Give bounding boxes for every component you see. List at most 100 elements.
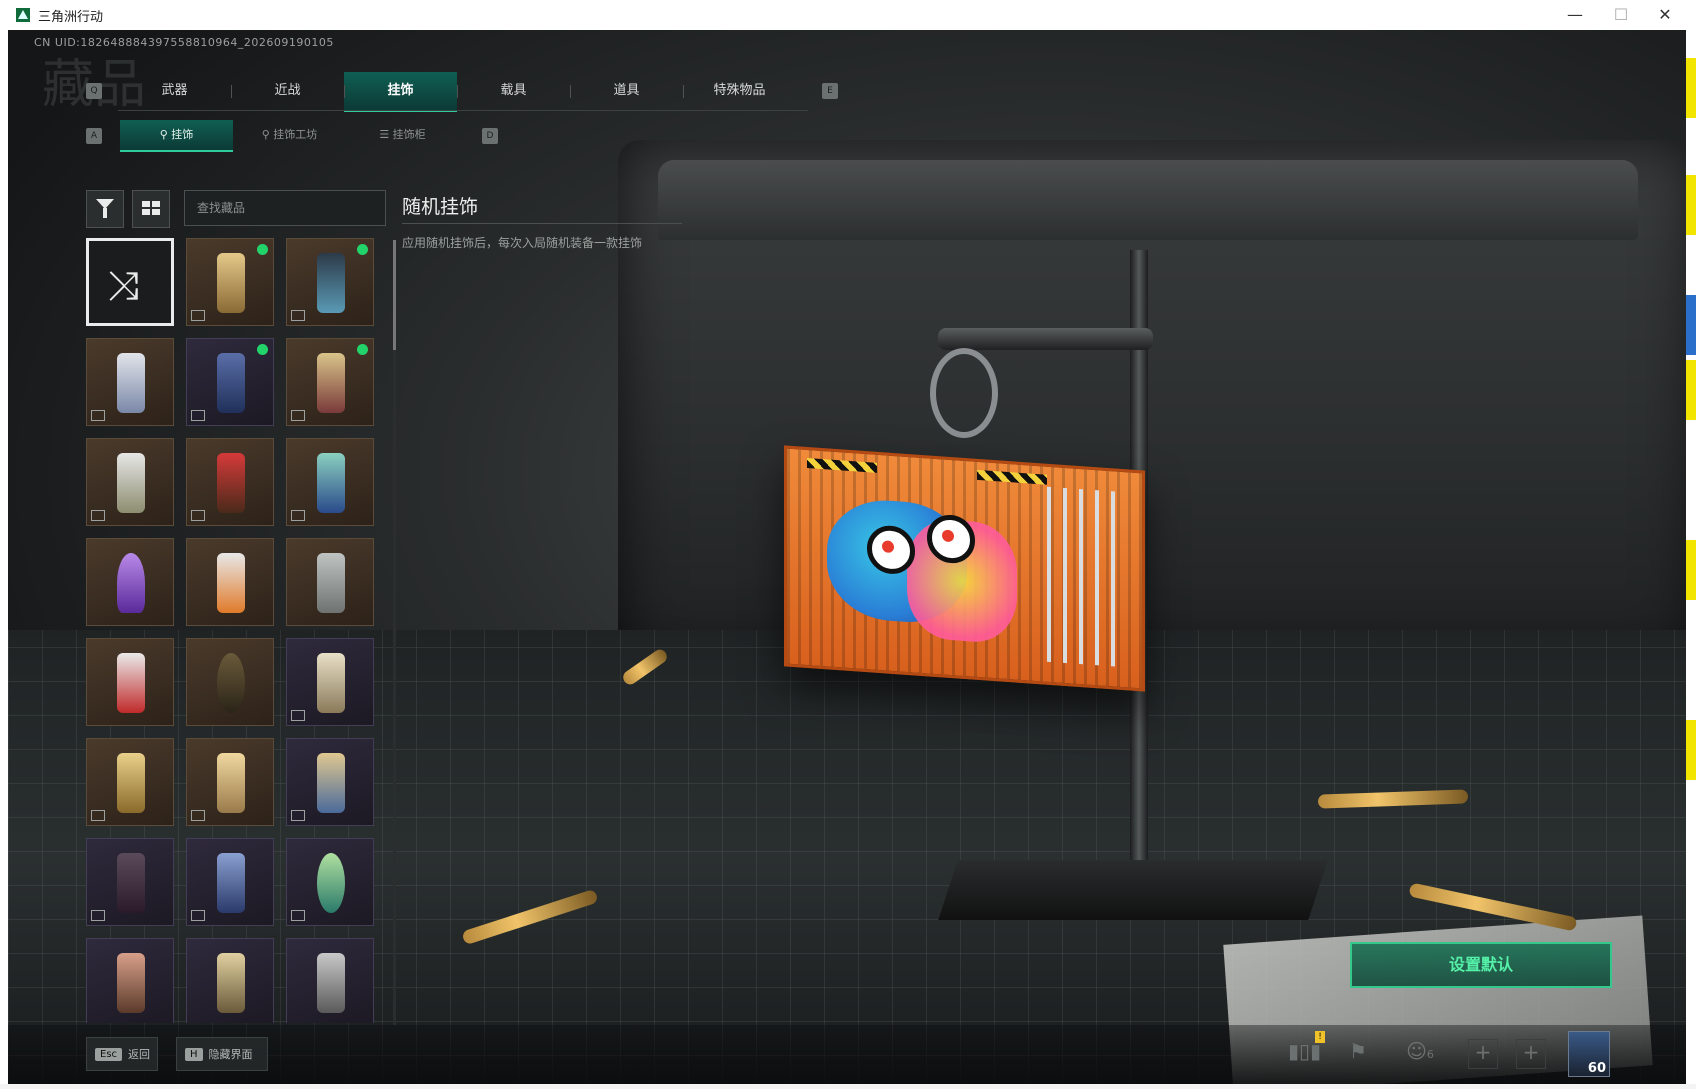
charm-cell[interactable]	[286, 538, 374, 626]
container-charm-model[interactable]	[784, 445, 1145, 692]
close-button[interactable]: ✕	[1642, 0, 1688, 30]
charm-cell[interactable]	[86, 438, 174, 526]
subtab-charm-workshop[interactable]: ⚲ 挂饰工坊	[233, 120, 346, 150]
charm-thumbnail	[117, 553, 145, 613]
owned-dot	[257, 244, 268, 255]
charm-cell[interactable]	[86, 738, 174, 826]
charm-cell[interactable]	[86, 938, 174, 1023]
charm-thumbnail	[217, 753, 245, 813]
charm-thumbnail	[317, 653, 345, 713]
charm-thumbnail	[117, 653, 145, 713]
tab-weapons[interactable]: 武器	[118, 72, 231, 110]
tab-special-items[interactable]: 特殊物品	[683, 72, 796, 110]
charm-thumbnail	[117, 853, 145, 913]
player-avatar[interactable]: 60	[1568, 1031, 1610, 1077]
random-charm-cell[interactable]: ⤨	[86, 238, 174, 326]
image-badge-icon	[291, 810, 305, 821]
charm-thumbnail	[117, 953, 145, 1013]
minimize-button[interactable]: —	[1552, 0, 1598, 30]
strip-marker	[1686, 175, 1696, 235]
charm-cell[interactable]	[286, 638, 374, 726]
filter-button[interactable]	[86, 190, 124, 228]
charm-cell[interactable]	[186, 338, 274, 426]
charm-thumbnail	[217, 653, 245, 713]
image-badge-icon	[191, 810, 205, 821]
back-label: 返回	[128, 1048, 151, 1061]
tab-charms[interactable]: 挂饰	[344, 72, 457, 112]
host-right-strip	[1686, 30, 1696, 1089]
image-badge-icon	[191, 410, 205, 421]
party-slot-icon[interactable]: +	[1468, 1039, 1498, 1069]
charm-thumbnail	[217, 553, 245, 613]
view-toggle-button[interactable]	[132, 190, 170, 228]
hide-ui-button[interactable]: H 隐藏界面	[176, 1037, 268, 1071]
charm-thumbnail	[317, 253, 345, 313]
charm-thumbnail	[317, 753, 345, 813]
category-tabs: 武器 近战 挂饰 载具 道具 特殊物品	[118, 72, 796, 112]
host-left-strip	[0, 30, 8, 1089]
stats-icon[interactable]: ▮▯▮	[1288, 1039, 1321, 1067]
set-default-button[interactable]: 设置默认	[1350, 942, 1612, 988]
charm-cell[interactable]	[86, 338, 174, 426]
image-badge-icon	[91, 810, 105, 821]
tab-vehicles[interactable]: 载具	[457, 72, 570, 110]
image-badge-icon	[91, 510, 105, 521]
charm-thumbnail	[317, 953, 345, 1013]
tab-melee[interactable]: 近战	[231, 72, 344, 110]
container-cage	[1047, 486, 1117, 667]
charm-thumbnail	[317, 453, 345, 513]
image-badge-icon	[291, 910, 305, 921]
subtab-label: 挂饰柜	[392, 128, 426, 141]
charm-cell[interactable]	[286, 738, 374, 826]
image-badge-icon	[91, 410, 105, 421]
charm-thumbnail	[217, 353, 245, 413]
bottom-bar: Esc 返回 H 隐藏界面 ! ▮▯▮ ⚑ ☺6 + + 60	[8, 1025, 1686, 1084]
charm-cell[interactable]	[86, 538, 174, 626]
charm-cell[interactable]	[86, 638, 174, 726]
charm-cell[interactable]	[286, 338, 374, 426]
charm-cell[interactable]	[286, 238, 374, 326]
window-title: 三角洲行动	[38, 9, 104, 25]
charm-cell[interactable]	[186, 538, 274, 626]
charm-cell[interactable]	[186, 638, 274, 726]
tab-items[interactable]: 道具	[570, 72, 683, 110]
flag-icon[interactable]: ⚑	[1344, 1039, 1372, 1067]
subtab-charms[interactable]: ⚲ 挂饰	[120, 120, 233, 152]
game-viewport: 藏品 CN UID:18264888439755881096​4_2026091…	[8, 30, 1686, 1084]
strip-marker	[1686, 360, 1696, 420]
charm-description: 应用随机挂饰后，每次入局随机装备一款挂饰	[402, 236, 643, 250]
charm-cell[interactable]	[186, 838, 274, 926]
grid-scrollbar[interactable]	[393, 240, 396, 1025]
scroll-thumb[interactable]	[393, 240, 396, 350]
display-stand-base	[938, 860, 1328, 920]
owned-dot	[357, 344, 368, 355]
back-button[interactable]: Esc 返回	[86, 1037, 158, 1071]
charm-cell[interactable]	[286, 838, 374, 926]
key-hint-e: E	[822, 83, 838, 99]
charm-cell[interactable]	[186, 238, 274, 326]
title-divider	[402, 223, 682, 224]
display-stand-arm	[938, 328, 1153, 350]
charm-cell[interactable]	[286, 438, 374, 526]
charm-cell[interactable]	[86, 838, 174, 926]
charm-cell[interactable]	[186, 438, 274, 526]
charm-cell[interactable]	[186, 938, 274, 1023]
charm-cell[interactable]	[186, 738, 274, 826]
sub-tabs: ⚲ 挂饰 ⚲ 挂饰工坊 ☰ 挂饰柜	[120, 120, 459, 152]
party-slot-icon[interactable]: +	[1516, 1039, 1546, 1069]
charm-thumbnail	[317, 553, 345, 613]
key-hint-d: D	[482, 128, 498, 144]
strip-marker	[1686, 58, 1696, 118]
app-logo-icon	[16, 8, 30, 22]
subtab-charm-cabinet[interactable]: ☰ 挂饰柜	[346, 120, 459, 150]
hazard-stripe	[807, 457, 877, 473]
image-badge-icon	[291, 510, 305, 521]
image-badge-icon	[291, 310, 305, 321]
friends-icon[interactable]: ☺6	[1398, 1039, 1442, 1067]
owned-dot	[357, 244, 368, 255]
search-input[interactable]: 查找藏品	[184, 190, 386, 226]
hazard-stripe	[977, 469, 1047, 485]
charm-cell[interactable]	[286, 938, 374, 1023]
strip-marker	[1686, 720, 1696, 780]
maximize-button[interactable]: ☐	[1598, 0, 1644, 30]
